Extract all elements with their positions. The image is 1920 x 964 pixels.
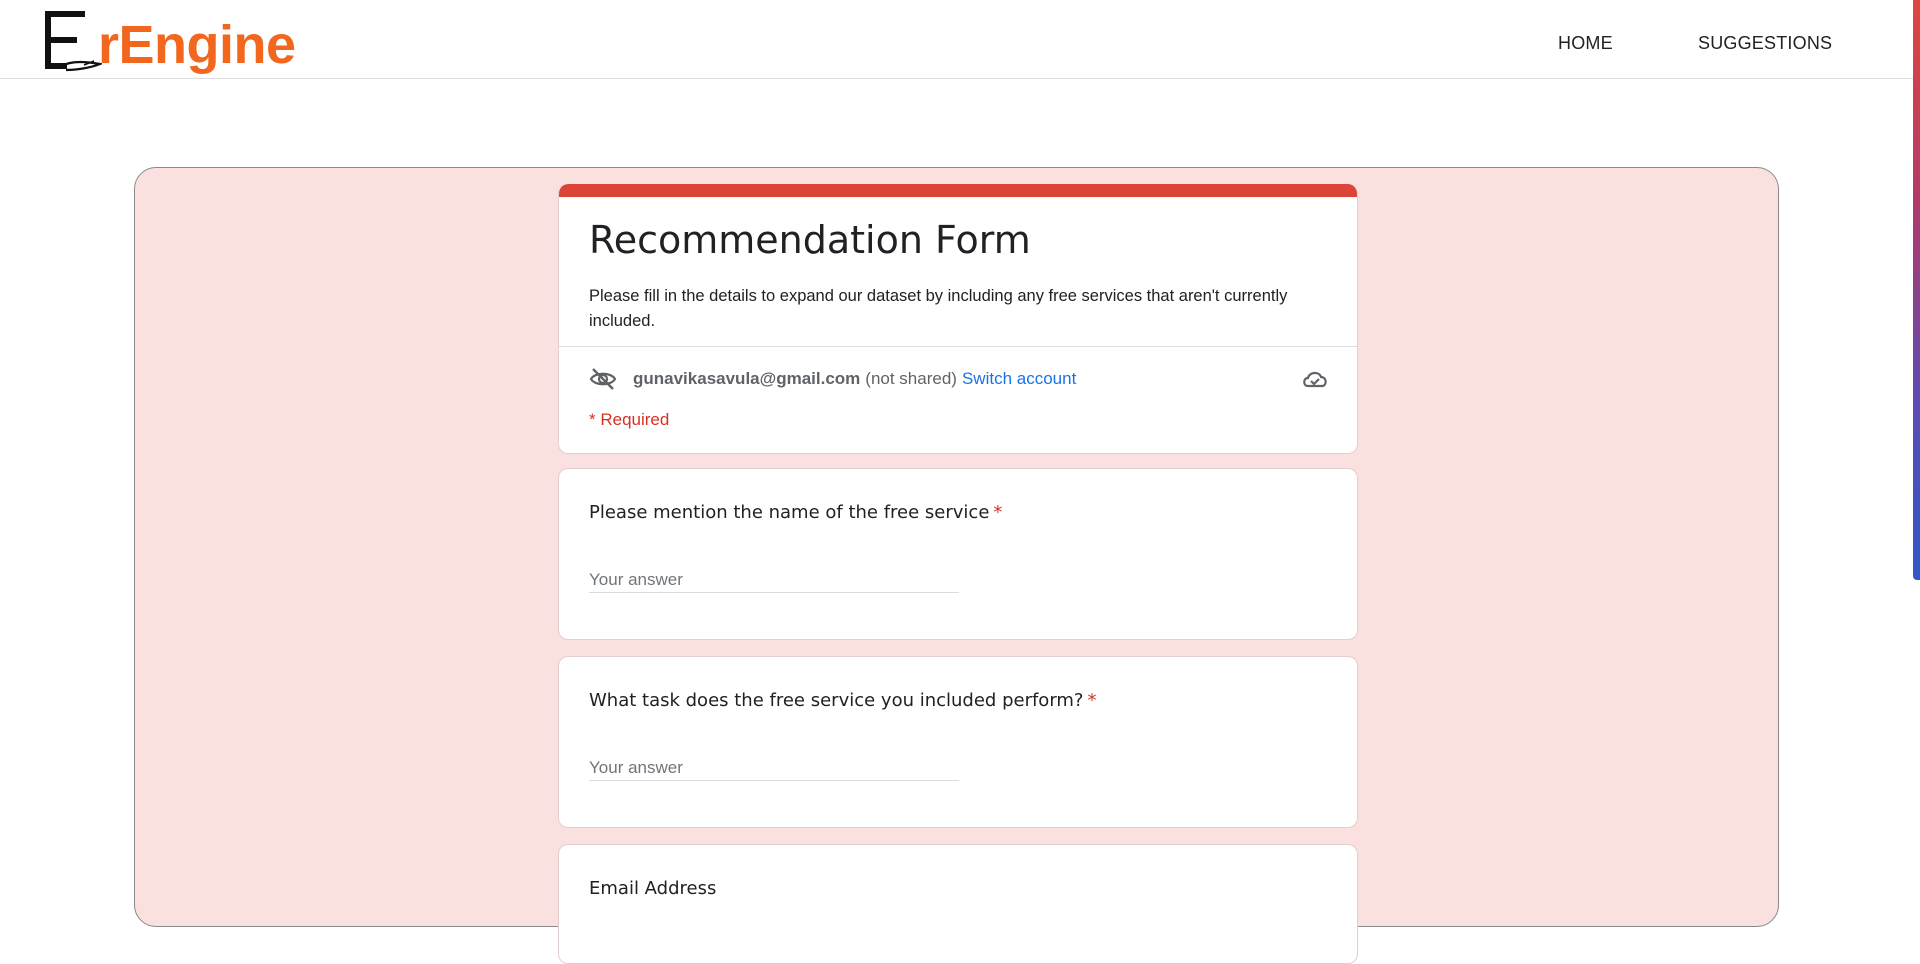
header-divider bbox=[559, 346, 1357, 347]
service-name-input[interactable] bbox=[589, 567, 959, 593]
nav-home-link[interactable]: HOME bbox=[1558, 33, 1613, 54]
form-description: Please fill in the details to expand our… bbox=[589, 287, 1288, 330]
form-header-card: Recommendation Form Please fill in the d… bbox=[558, 184, 1358, 454]
required-asterisk: * bbox=[993, 502, 1003, 523]
question-text: Please mention the name of the free serv… bbox=[589, 502, 990, 523]
scrollbar-thumb[interactable] bbox=[1913, 0, 1920, 580]
form-title: Recommendation Form bbox=[589, 218, 1031, 262]
nav-suggestions-link[interactable]: SUGGESTIONS bbox=[1698, 33, 1832, 54]
account-row: gunavikasavula@gmail.com (not shared) Sw… bbox=[589, 364, 1329, 394]
question-card-email: Email Address bbox=[558, 844, 1358, 964]
required-asterisk: * bbox=[1087, 690, 1097, 711]
logo-text: rEngine bbox=[98, 15, 296, 75]
site-logo[interactable]: rEngine bbox=[44, 10, 296, 72]
top-navbar: rEngine HOME SUGGESTIONS bbox=[0, 0, 1920, 79]
question-label: Please mention the name of the free serv… bbox=[589, 502, 1002, 523]
service-task-input[interactable] bbox=[589, 755, 959, 781]
required-note: * Required bbox=[589, 410, 670, 429]
cloud-check-icon bbox=[1303, 371, 1327, 388]
question-text: What task does the free service you incl… bbox=[589, 690, 1084, 711]
account-email: gunavikasavula@gmail.com bbox=[633, 369, 861, 388]
not-shared-label: (not shared) bbox=[865, 369, 957, 388]
form-accent-band bbox=[559, 184, 1357, 197]
logo-e-icon bbox=[45, 11, 102, 72]
question-card-service-name: Please mention the name of the free serv… bbox=[558, 468, 1358, 640]
eye-off-icon bbox=[589, 368, 617, 390]
question-label: What task does the free service you incl… bbox=[589, 690, 1097, 711]
switch-account-link[interactable]: Switch account bbox=[962, 369, 1076, 389]
question-card-service-task: What task does the free service you incl… bbox=[558, 656, 1358, 828]
